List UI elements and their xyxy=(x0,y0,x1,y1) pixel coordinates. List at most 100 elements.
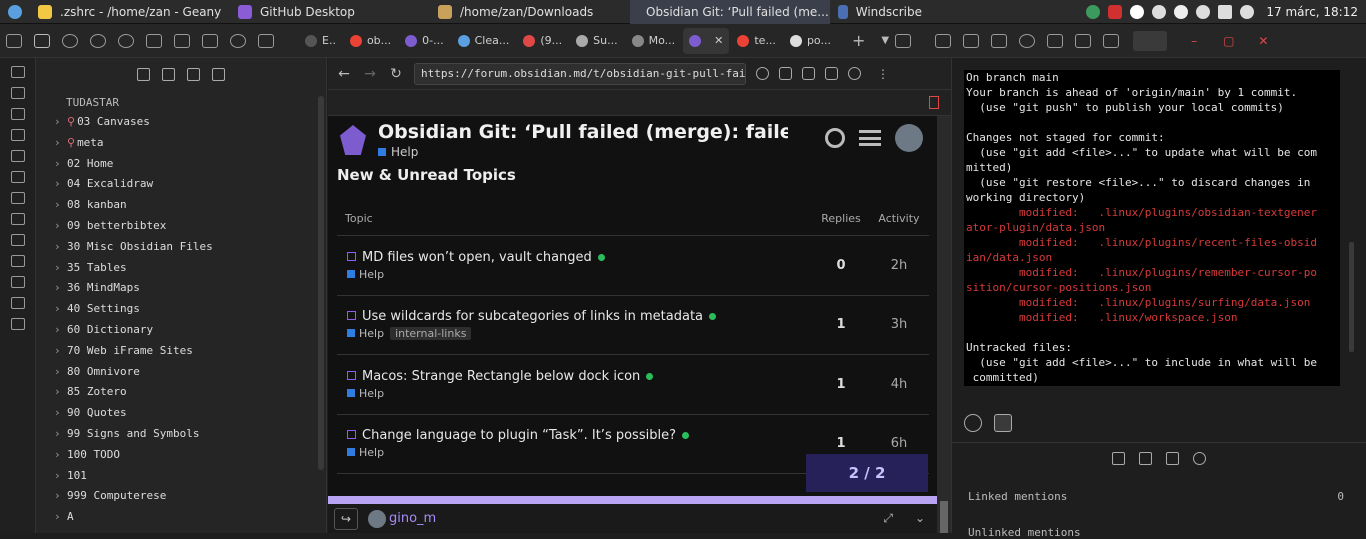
browser-search-icon[interactable] xyxy=(756,67,769,80)
wifi-icon[interactable] xyxy=(1152,5,1166,19)
browser-tab[interactable]: po... xyxy=(784,28,837,54)
chevron-right-icon[interactable]: › xyxy=(54,278,67,299)
obsidian-logo[interactable] xyxy=(340,125,366,155)
expand-vertical-icon[interactable] xyxy=(1139,452,1152,465)
graph-icon[interactable] xyxy=(230,34,246,48)
topic-category[interactable]: Help xyxy=(359,327,384,340)
chevron-right-icon[interactable]: › xyxy=(54,195,67,216)
table-icon[interactable] xyxy=(11,213,25,225)
linked-mentions[interactable]: Linked mentions 0 xyxy=(968,490,1344,503)
folder-item[interactable]: ›999 Computerese xyxy=(36,486,326,507)
chevron-right-icon[interactable]: › xyxy=(54,174,67,195)
chevron-right-icon[interactable]: › xyxy=(54,154,67,175)
folder-item[interactable]: ›30 Misc Obsidian Files xyxy=(36,237,326,258)
terminal-icon[interactable] xyxy=(11,129,25,141)
topic-link[interactable]: Use wildcards for subcategories of links… xyxy=(347,309,813,324)
sort-icon[interactable] xyxy=(187,68,200,81)
right-sidebar-toggle-icon[interactable] xyxy=(895,34,911,48)
user-avatar[interactable] xyxy=(895,124,923,152)
collapse-all-icon[interactable] xyxy=(212,68,225,81)
browser-tab[interactable]: Clea... xyxy=(452,28,516,54)
layout-icon[interactable] xyxy=(11,171,25,183)
reply-arrow-button[interactable]: ↪ xyxy=(334,508,358,530)
grid-icon[interactable] xyxy=(11,255,25,267)
topic-row[interactable]: Use wildcards for subcategories of links… xyxy=(337,296,929,356)
browser-tab[interactable]: 0-... xyxy=(399,28,449,54)
info-icon-2[interactable] xyxy=(1019,34,1035,48)
tags-icon[interactable] xyxy=(202,34,218,48)
minimize-icon[interactable]: – xyxy=(1191,34,1197,48)
topic-activity[interactable]: 6h xyxy=(869,436,929,451)
chevron-right-icon[interactable]: › xyxy=(54,112,67,133)
topic-activity[interactable]: 2h xyxy=(869,258,929,273)
page-scrollbar-thumb[interactable] xyxy=(940,501,948,533)
chevron-right-icon[interactable]: › xyxy=(54,216,67,237)
collapse-chevron-icon[interactable]: ⌄ xyxy=(915,511,925,526)
app-menu-icon[interactable] xyxy=(8,5,22,19)
sheet-icon[interactable] xyxy=(11,234,25,246)
folder-item[interactable]: ›40 Settings xyxy=(36,299,326,320)
dashboard-icon[interactable] xyxy=(11,66,25,78)
chevron-right-icon[interactable]: › xyxy=(54,258,67,279)
forum-search-icon[interactable] xyxy=(825,128,845,148)
git-terminal-output[interactable]: On branch mainYour branch is ahead of 'o… xyxy=(964,70,1340,386)
document-icon[interactable] xyxy=(11,87,25,99)
close-window-icon[interactable]: ✕ xyxy=(1258,34,1268,48)
browser-tab[interactable]: te... xyxy=(731,28,782,54)
folder-item[interactable]: ›A xyxy=(36,507,326,528)
maximize-icon[interactable]: ▢ xyxy=(1223,34,1234,48)
info-icon[interactable] xyxy=(118,34,134,48)
sidebar-scrollbar[interactable] xyxy=(318,96,324,470)
chevron-right-icon[interactable]: › xyxy=(54,133,67,154)
battery-icon[interactable] xyxy=(1218,5,1232,19)
browser-tab[interactable]: Su... xyxy=(570,28,623,54)
chevron-right-icon[interactable]: › xyxy=(54,299,67,320)
new-note-icon[interactable] xyxy=(137,68,150,81)
topic-activity[interactable]: 4h xyxy=(869,377,929,392)
bookmark-red-icon[interactable] xyxy=(929,96,939,109)
topic-row[interactable]: MD files won’t open, vault changedHelp02… xyxy=(337,236,929,296)
folder-item[interactable]: ›101 xyxy=(36,466,326,487)
settings-gear-icon[interactable] xyxy=(848,67,861,80)
backlinks-tab-icon[interactable] xyxy=(994,414,1012,432)
git-icon[interactable] xyxy=(146,34,162,48)
taskbar-task[interactable]: Obsidian Git: ‘Pull failed (me... xyxy=(630,0,830,24)
reply-username[interactable]: gino_m xyxy=(389,511,436,526)
topic-link[interactable]: Change language to plugin “Task”. It’s p… xyxy=(347,428,813,443)
chevron-right-icon[interactable]: › xyxy=(54,341,67,362)
category-badge[interactable]: Help xyxy=(378,145,788,159)
tray-app-icon[interactable] xyxy=(1086,5,1100,19)
copy-icon[interactable] xyxy=(11,108,25,120)
git-commit-icon[interactable] xyxy=(935,34,951,48)
folder-item[interactable]: ›09 betterbibtex xyxy=(36,216,326,237)
folder-item[interactable]: ›35 Tables xyxy=(36,258,326,279)
chevron-right-icon[interactable]: › xyxy=(54,486,67,507)
search-icon[interactable] xyxy=(90,34,106,48)
browser-tab[interactable]: ✕ xyxy=(683,28,729,54)
bookmark-icon[interactable] xyxy=(174,34,190,48)
folder-item[interactable]: ›⚲meta xyxy=(36,133,326,154)
forward-arrow-icon[interactable]: → xyxy=(362,66,378,82)
chevron-right-icon[interactable]: › xyxy=(54,237,67,258)
expand-icon[interactable]: ⤢ xyxy=(883,511,893,526)
page-scrollbar[interactable] xyxy=(937,116,951,533)
file-explorer-icon[interactable] xyxy=(34,34,50,48)
chevron-right-icon[interactable]: › xyxy=(54,424,67,445)
info-circle-icon[interactable] xyxy=(964,414,982,432)
comment-icon[interactable] xyxy=(1103,34,1119,48)
chevron-right-icon[interactable]: › xyxy=(54,466,67,487)
browser-tab[interactable]: Mo... xyxy=(626,28,682,54)
network-icon[interactable] xyxy=(11,297,25,309)
back-arrow-icon[interactable]: ← xyxy=(336,66,352,82)
topic-tag[interactable]: internal-links xyxy=(390,327,471,340)
topic-category[interactable]: Help xyxy=(359,387,384,400)
folder-item[interactable]: ›02 Home xyxy=(36,154,326,175)
code-icon[interactable] xyxy=(802,67,815,80)
terminal-scrollbar[interactable] xyxy=(1349,242,1354,352)
topic-title[interactable]: Obsidian Git: ‘Pull failed (merge): fail… xyxy=(378,121,788,143)
notification-bell-icon[interactable] xyxy=(1196,5,1210,19)
new-folder-icon[interactable] xyxy=(162,68,175,81)
more-options-icon[interactable]: ⋮ xyxy=(877,67,889,81)
topic-category[interactable]: Help xyxy=(359,446,384,459)
tray-mail-icon[interactable] xyxy=(1108,5,1122,19)
